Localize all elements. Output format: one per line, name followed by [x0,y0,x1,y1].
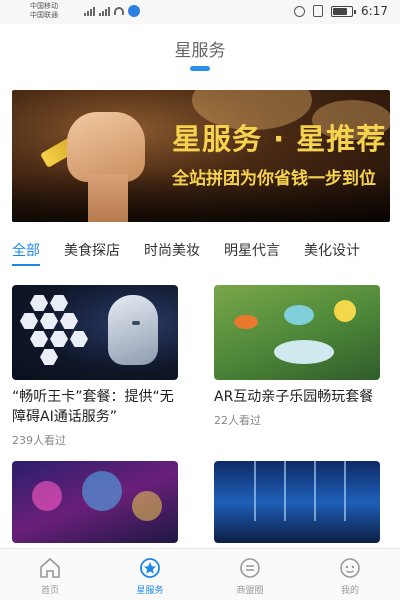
hex-shape [50,295,68,311]
thumb-shape [314,461,316,521]
fist-illustration [67,112,145,182]
battery-icon [331,5,357,17]
card-thumbnail [214,285,380,380]
profile-icon [340,558,360,578]
page-title: 星服务 [174,41,226,61]
card-title: “畅听王卡”套餐：提供“无障碍AI通话服务” [12,389,174,425]
service-card[interactable]: “畅听王卡”套餐：提供“无障碍AI通话服务” 239人看过 [12,285,178,448]
hex-shape [40,349,58,365]
thumb-shape [334,300,356,322]
network-icons [84,5,140,17]
tab-design[interactable]: 美化设计 [304,240,360,260]
card-thumbnail [12,285,178,380]
status-right: 6:17 [294,4,388,18]
thumb-shape [274,340,334,364]
banner-subline: 全站拼团为你省钱一步到位 [172,169,376,189]
service-card[interactable] [214,461,380,543]
hex-shape [30,331,48,347]
banner-headline: 星服务 · 星推荐 [172,122,387,156]
category-tabs: 全部 美食探店 时尚美妆 明星代言 美化设计 [12,240,384,266]
robot-eye [132,321,140,325]
wifi-icon [114,7,124,15]
signal-icon [84,6,95,16]
thumb-shape [32,481,62,511]
title-indicator [190,66,210,71]
nav-profile[interactable]: 我的 [300,549,400,600]
thumb-shape [234,315,258,329]
promo-banner[interactable]: 星服务 · 星推荐 全站拼团为你省钱一步到位 [12,90,390,222]
thumb-shape [284,305,314,325]
notification-app-icon [128,5,140,17]
card-thumbnail [12,461,178,543]
nav-star-service[interactable]: 星服务 [100,549,200,600]
carrier-info: 中国移动 中国联通 [30,2,58,20]
hex-shape [20,313,38,329]
tab-fashion[interactable]: 时尚美妆 [144,240,200,260]
home-icon [40,557,60,578]
nav-home[interactable]: 首页 [0,549,100,600]
tab-food[interactable]: 美食探店 [64,240,120,260]
thumb-shape [132,491,162,521]
nav-business-circle[interactable]: 商盟圈 [200,549,300,600]
bottom-nav: 首页 星服务 商盟圈 我的 [0,548,400,600]
card-views: 239人看过 [12,434,66,447]
card-views: 22人看过 [214,414,261,427]
hex-shape [60,313,78,329]
hex-shape [40,313,58,329]
hex-shape [30,295,48,311]
status-bar: 中国移动 中国联通 6:17 [0,0,400,24]
clock: 6:17 [361,4,388,18]
thumb-shape [284,461,286,521]
carrier-1: 中国移动 [30,2,58,10]
hex-shape [50,331,68,347]
thumb-shape [254,461,256,521]
card-thumbnail [214,461,380,543]
carrier-2: 中国联通 [30,11,58,19]
star-service-icon [140,558,160,578]
hex-shape [70,331,88,347]
card-title: AR互动亲子乐园畅玩套餐 [214,389,374,405]
arm-illustration [88,174,128,222]
business-circle-icon [240,558,260,578]
nav-profile-label: 我的 [340,586,359,596]
vibrate-icon [313,5,324,17]
alarm-icon [294,5,306,17]
tab-all[interactable]: 全部 [12,240,40,266]
nav-home-label: 首页 [40,586,59,596]
tab-celebrity[interactable]: 明星代言 [224,240,280,260]
robot-illustration [108,295,158,365]
thumb-shape [82,471,122,511]
service-card[interactable] [12,461,178,543]
nav-star-service-label: 星服务 [136,586,164,596]
signal-2-icon [99,6,110,16]
nav-business-circle-label: 商盟圈 [236,586,264,596]
service-card[interactable]: AR互动亲子乐园畅玩套餐 22人看过 [214,285,380,428]
thumb-shape [344,461,346,521]
